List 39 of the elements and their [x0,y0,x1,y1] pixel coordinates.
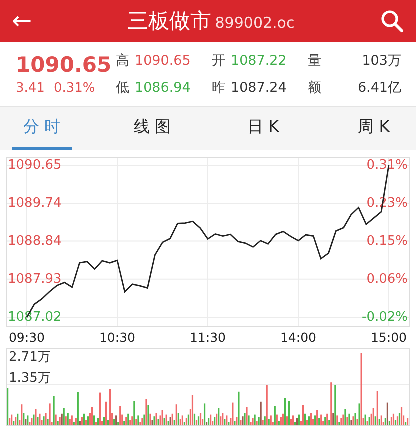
stat-label: 昨 [212,80,226,96]
period-tab[interactable]: 线 图 [122,107,183,150]
stat-label: 额 [308,78,322,96]
period-tab[interactable]: 周 K [344,107,404,150]
percent-axis-label: 0.31% [366,159,408,172]
search-icon[interactable] [380,9,404,33]
price-change: 3.41 [16,80,45,96]
stat-value: 1087.22 [231,52,287,68]
stock-name: 三板做市 [127,8,212,35]
price-axis-label: 1087.93 [8,273,62,286]
volume-axis-label: 1.35万 [9,372,51,385]
stat-value: 6.41亿 [358,78,402,96]
price-axis-label: 1089.74 [8,197,62,210]
time-axis-label: 14:00 [279,330,318,346]
stat-value: 1087.24 [231,80,287,96]
stat-value: 1086.94 [135,80,191,96]
period-tab[interactable]: 日 K [233,107,294,150]
time-axis-label: 09:30 [8,330,46,346]
price-axis-label: 1088.84 [8,235,62,248]
stat-value: 1090.65 [135,52,191,68]
period-tab[interactable]: 分 时 [12,107,72,150]
stat-value: 103万 [362,52,402,70]
stat-label: 高 [116,52,130,68]
percent-axis-label: -0.02% [362,311,408,324]
stat-label: 开 [212,52,226,68]
stock-code: 899002.oc [215,14,295,32]
current-price: 1090.65 [16,52,113,76]
stat-label: 量 [308,52,322,70]
volume-axis-label: 2.71万 [9,351,51,364]
percent-axis-label: 0.06% [366,273,408,286]
time-axis-label: 10:30 [98,330,137,346]
back-button[interactable]: ← [12,9,52,33]
percent-axis-label: 0.15% [366,235,408,248]
price-axis-label: 1087.02 [8,311,62,324]
time-axis-label: 15:00 [370,330,408,346]
time-axis-label: 11:30 [188,330,228,346]
stat-label: 低 [116,80,130,96]
price-axis-label: 1090.65 [8,159,62,172]
percent-change: 0.31% [54,80,96,96]
